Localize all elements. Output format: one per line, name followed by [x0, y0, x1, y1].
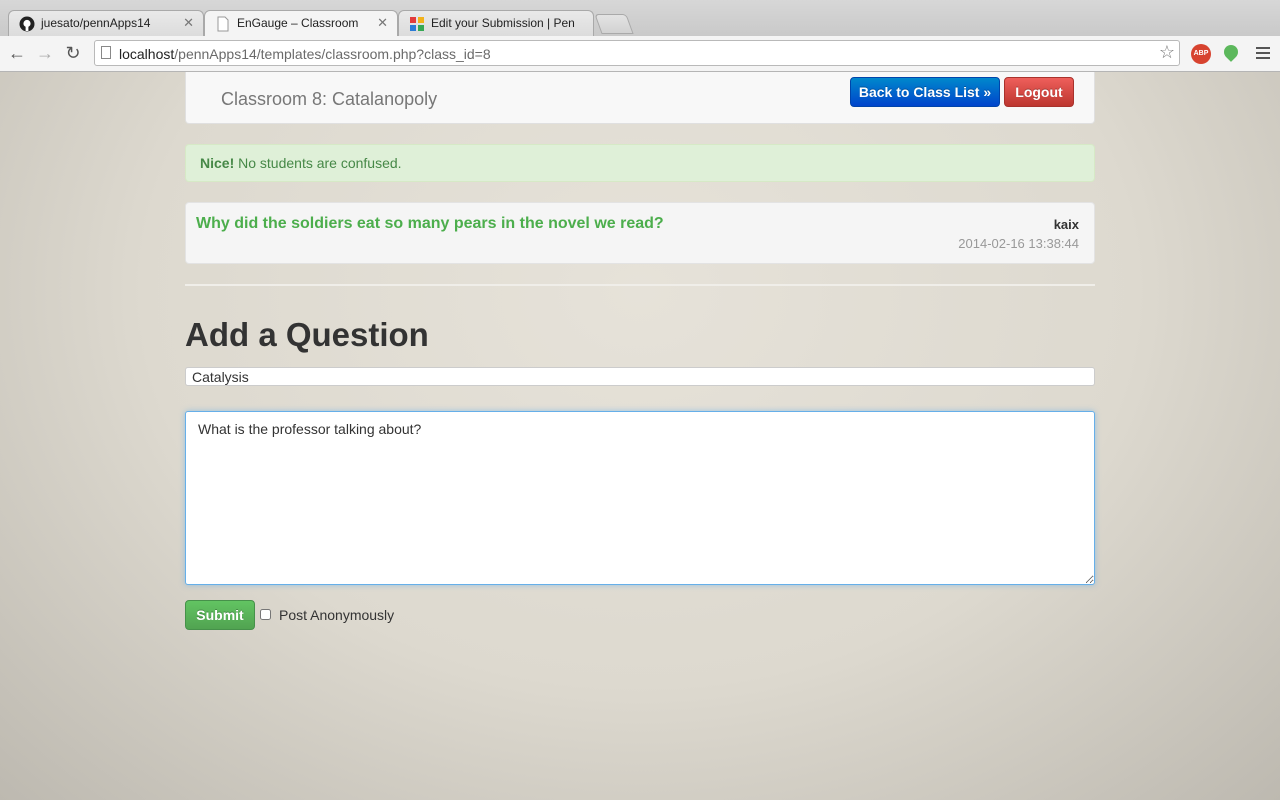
add-question-heading: Add a Question	[185, 316, 429, 353]
forward-arrow-icon[interactable]: →	[34, 42, 56, 64]
tab-title: Edit your Submission | Pen	[431, 16, 575, 30]
question-subject-input[interactable]	[185, 367, 1095, 386]
alert-message: No students are confused.	[234, 155, 402, 171]
classroom-navbar: Classroom 8: Catalanopoly Back to Class …	[185, 72, 1095, 124]
new-tab-button[interactable]	[594, 14, 634, 34]
section-divider	[185, 284, 1095, 286]
question-author: kaix	[1053, 217, 1079, 232]
github-icon	[19, 16, 35, 32]
submit-button[interactable]: Submit	[185, 600, 255, 630]
url-path: /pennApps14/templates/classroom.php?clas…	[174, 46, 491, 62]
post-anonymously-checkbox[interactable]	[260, 609, 271, 620]
question-timestamp: 2014-02-16 13:38:44	[958, 236, 1079, 251]
question-text: Why did the soldiers eat so many pears i…	[196, 215, 664, 232]
back-arrow-icon[interactable]: ←	[6, 42, 28, 64]
page-title: Classroom 8: Catalanopoly	[221, 89, 438, 109]
address-bar[interactable]: localhost/pennApps14/templates/classroom…	[94, 40, 1180, 66]
url-host: localhost	[119, 46, 175, 62]
pennapps-icon	[410, 17, 424, 31]
back-to-class-list-button[interactable]: Back to Class List »	[850, 77, 1000, 107]
evernote-leaf-icon[interactable]	[1221, 42, 1241, 62]
status-alert: Nice! No students are confused.	[185, 144, 1095, 182]
reload-icon[interactable]: ↻	[62, 42, 84, 64]
browser-tab-github[interactable]: juesato/pennApps14 ✕	[8, 10, 204, 36]
tab-title: juesato/pennApps14	[41, 16, 151, 30]
bookmark-star-icon[interactable]: ☆	[1159, 42, 1175, 63]
page-viewport: Classroom 8: Catalanopoly Back to Class …	[0, 72, 1280, 800]
browser-tab-strip: juesato/pennApps14 ✕ EnGauge – Classroom…	[0, 0, 1280, 36]
browser-toolbar: ← → ↻ localhost/pennApps14/templates/cla…	[0, 36, 1280, 72]
post-anonymously-label[interactable]: Post Anonymously	[279, 607, 394, 623]
question-card[interactable]: Why did the soldiers eat so many pears i…	[185, 202, 1095, 264]
browser-tab-engauge[interactable]: EnGauge – Classroom ✕	[204, 10, 398, 36]
tab-title: EnGauge – Classroom	[237, 16, 359, 30]
adblock-icon[interactable]: ABP	[1191, 44, 1211, 64]
browser-tab-pennapps[interactable]: Edit your Submission | Pen	[398, 10, 594, 36]
close-tab-icon[interactable]: ✕	[183, 15, 194, 31]
question-body-textarea[interactable]: What is the professor talking about?	[185, 411, 1095, 585]
alert-strong: Nice!	[200, 155, 235, 171]
browser-menu-icon[interactable]	[1256, 47, 1270, 62]
page-icon	[101, 46, 111, 59]
page-icon	[217, 16, 229, 32]
close-tab-icon[interactable]: ✕	[377, 15, 388, 31]
logout-button[interactable]: Logout	[1004, 77, 1074, 107]
